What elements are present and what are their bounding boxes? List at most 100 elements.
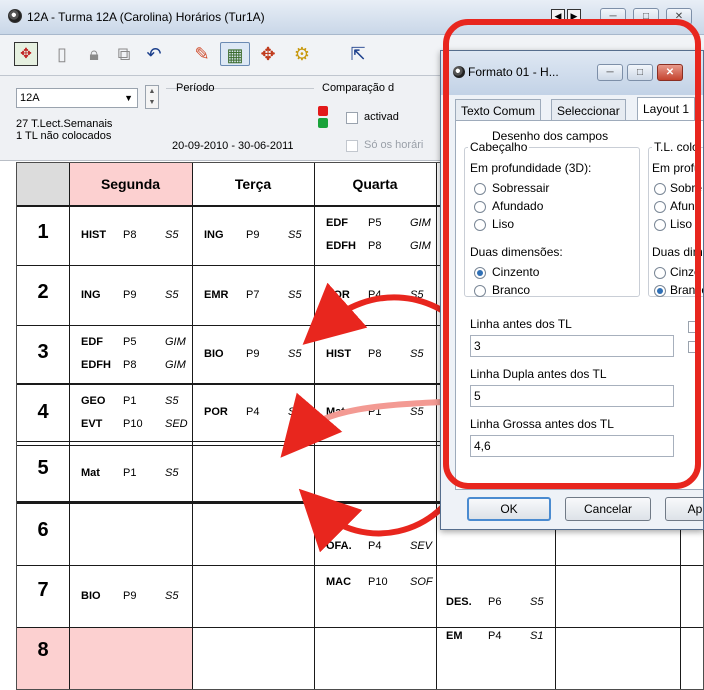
room-code: S5 <box>165 466 179 479</box>
sobressair-label: Sobressair <box>492 181 550 195</box>
room-code: S5 <box>165 229 179 241</box>
timetable-icon[interactable]: ▦ <box>220 42 250 66</box>
tl-duas-dim-label: Duas dim <box>652 245 703 259</box>
next-icon[interactable]: ▶ <box>567 9 581 23</box>
linha-antes-field[interactable]: 3 <box>470 335 674 357</box>
class-select[interactable]: 12A ▼ <box>16 88 138 108</box>
lesson-cell[interactable]: Mat P1 S5 <box>326 406 436 420</box>
radio-afundado[interactable] <box>474 201 486 213</box>
duas-dimensoes-label: Duas dimensões: <box>470 245 563 259</box>
radio-branco[interactable] <box>474 285 486 297</box>
class-spinner[interactable]: ▲ ▼ <box>145 85 159 109</box>
period-6: 6 <box>37 519 49 541</box>
day-header-segunda: Segunda <box>100 176 161 192</box>
subject-code: ING <box>81 288 101 301</box>
lesson-cell[interactable]: ING P9 S5 <box>81 289 191 303</box>
lesson-cell[interactable]: POR P4 S5 <box>204 406 314 420</box>
lesson-cell[interactable]: EM P4 S1 <box>446 630 556 644</box>
lesson-cell[interactable]: MAC P10 SOF <box>326 576 436 590</box>
linha-grossa-field[interactable]: 4,6 <box>470 435 674 457</box>
teacher-code: P8 <box>368 347 382 360</box>
lesson-cell[interactable]: BIO P9 S5 <box>81 590 191 604</box>
activado-checkbox[interactable] <box>346 112 358 124</box>
tl-radio-liso[interactable] <box>654 219 666 231</box>
so-horarios-checkbox[interactable] <box>346 140 358 152</box>
tab-layout-1[interactable]: Layout 1 <box>637 97 696 121</box>
lesson-cell[interactable]: DES. P6 S5 <box>446 596 556 610</box>
room-code: S5 <box>288 288 302 301</box>
liso-label: Liso <box>492 217 515 231</box>
close-button[interactable]: ✕ <box>666 8 692 25</box>
minimize-button[interactable]: ─ <box>600 8 626 25</box>
dialog-maximize-button[interactable]: □ <box>627 64 653 81</box>
dialog-close-button[interactable]: ✕ <box>657 64 683 81</box>
lesson-cell[interactable]: OFA. P4 SEV <box>326 540 436 554</box>
tl-radio-branco[interactable] <box>654 285 666 297</box>
lesson-cell[interactable]: HIST P8 S5 <box>81 229 191 243</box>
lesson-cell[interactable]: EVT P10 SED <box>81 418 191 432</box>
ok-button[interactable]: OK <box>467 497 551 521</box>
lesson-cell[interactable]: EDF P5 GIM <box>81 336 191 350</box>
lesson-cell[interactable]: EDFH P8 GIM <box>326 240 436 254</box>
tl-radio-cinzento[interactable] <box>654 267 666 279</box>
maximize-button[interactable]: □ <box>633 8 659 25</box>
apply-button[interactable]: Ap <box>665 497 703 521</box>
option-checkbox-1[interactable] <box>688 321 700 333</box>
radio-sobressair[interactable] <box>474 183 486 195</box>
tl-radio-afundado[interactable] <box>654 201 666 213</box>
afundado-label: Afundado <box>492 199 544 213</box>
lesson-cell[interactable]: POR P4 S5 <box>326 289 436 303</box>
subject-code: MAC <box>326 576 352 588</box>
tl-em-profu-label: Em profu <box>652 161 701 175</box>
room-code: GIM <box>165 359 186 371</box>
drag-icon[interactable]: ✥ <box>256 42 280 66</box>
dialog-minimize-button[interactable]: ─ <box>597 64 623 81</box>
copy-icon[interactable]: ⧉ <box>112 42 136 66</box>
lock-icon[interactable]: 🔒︎ <box>82 42 106 66</box>
lesson-cell[interactable]: BIO P9 S5 <box>204 348 314 362</box>
room-code: S5 <box>165 589 179 602</box>
main-window: 12A - Turma 12A (Carolina) Horários (Tur… <box>0 0 704 690</box>
option-checkbox-2[interactable] <box>688 341 700 353</box>
comparacao-label: Comparação d <box>322 82 395 94</box>
period-1: 1 <box>37 221 49 243</box>
gears-icon[interactable]: ⚙ <box>290 42 314 66</box>
em-profundidade-label: Em profundidade (3D): <box>470 161 592 175</box>
room-code: S5 <box>530 596 544 608</box>
tab-texto-comum[interactable]: Texto Comum <box>455 99 542 121</box>
lesson-cell[interactable]: GEO P1 S5 <box>81 395 191 409</box>
subject-code: ING <box>204 229 224 241</box>
linha-grossa-label: Linha Grossa antes dos TL <box>470 417 614 431</box>
document-delete-icon[interactable]: ▯ <box>50 42 74 66</box>
lesson-cell[interactable]: Mat P1 S5 <box>81 467 191 481</box>
lesson-cell[interactable]: EDF P5 GIM <box>326 217 436 231</box>
format-dialog: Formato 01 - H... ─ □ ✕ Texto Comum Sele… <box>440 50 704 530</box>
app-grid-icon[interactable]: ✥ <box>14 42 38 66</box>
room-code: GIM <box>410 217 431 229</box>
subject-code: EDFH <box>81 359 111 371</box>
expand-icon[interactable]: ⇱ <box>346 42 370 66</box>
undo-icon[interactable]: ↶ <box>142 42 166 66</box>
subject-code: EDF <box>326 217 348 229</box>
radio-liso[interactable] <box>474 219 486 231</box>
room-code: SOF <box>410 576 433 588</box>
lesson-cell[interactable]: EMR P7 S5 <box>204 289 314 303</box>
cancel-button[interactable]: Cancelar <box>565 497 651 521</box>
subject-code: EMR <box>204 288 229 301</box>
previous-icon[interactable]: ◀ <box>551 9 565 23</box>
lesson-cell[interactable]: EDFH P8 GIM <box>81 359 191 373</box>
linha-dupla-field[interactable]: 5 <box>470 385 674 407</box>
tl-radio-sobressair[interactable] <box>654 183 666 195</box>
teacher-code: P8 <box>368 240 382 252</box>
paint-brush-icon[interactable]: ✎ <box>190 42 214 66</box>
room-code: SED <box>165 418 188 430</box>
cabecalho-label: Cabeçalho <box>468 140 530 154</box>
lesson-cell[interactable]: ING P9 S5 <box>204 229 314 243</box>
so-horarios-label: Só os horári <box>364 139 424 151</box>
radio-cinzento[interactable] <box>474 267 486 279</box>
period-4: 4 <box>37 401 49 423</box>
tab-seleccionar[interactable]: Seleccionar <box>551 99 626 121</box>
lesson-cell[interactable]: HIST P8 S5 <box>326 348 436 362</box>
teacher-code: P9 <box>246 347 260 360</box>
room-code: S5 <box>410 406 424 418</box>
